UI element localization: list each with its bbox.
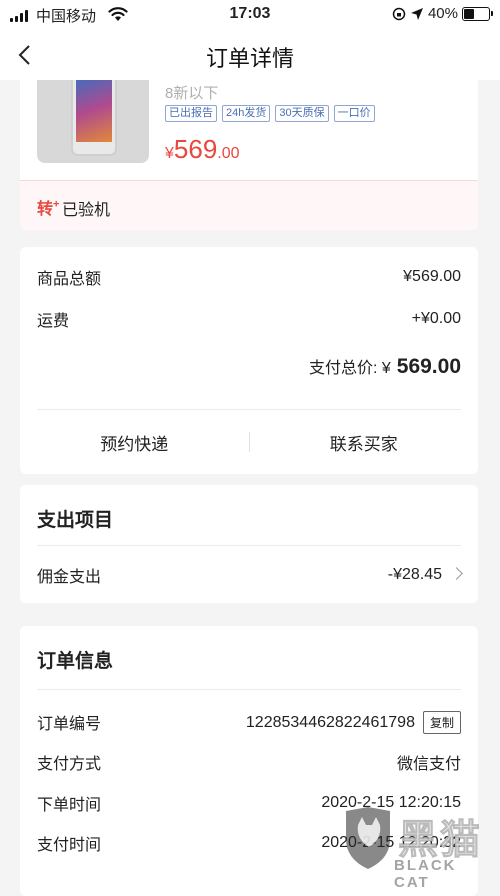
total-payment: 支付总价: ¥569.00 [308, 355, 461, 378]
order-number: 1228534462822461798 [245, 713, 415, 731]
copy-button[interactable]: 复制 [422, 710, 461, 734]
inspection-banner: 转+ 已验机 [20, 181, 478, 230]
order-info-title: 订单信息 [37, 651, 114, 672]
inspected-label: 已验机 [62, 202, 111, 219]
page-title: 订单详情 [205, 46, 294, 71]
tag-fixed-price: 一口价 [333, 105, 375, 122]
commission-row[interactable]: 佣金支出 -¥28.45 [37, 563, 463, 587]
tag-warranty: 30天质保 [275, 105, 329, 122]
goods-total-row: 商品总额 ¥569.00 [37, 268, 461, 288]
status-bar: 中国移动 17:03 40% [0, 0, 500, 30]
product-card[interactable]: 8新以下 已出报告 24h发货 30天质保 一口价 ¥569.00 转+ 已验机 [20, 60, 478, 230]
tag-report: 已出报告 [165, 105, 217, 122]
navigation-bar: 订单详情 [0, 30, 500, 80]
battery-icon [462, 6, 493, 21]
price-summary-card: 商品总额 ¥569.00 运费 +¥0.00 支付总价: ¥569.00 预约快… [20, 247, 478, 474]
contact-buyer-button[interactable]: 联系买家 [250, 410, 479, 474]
chevron-right-icon [450, 567, 463, 580]
expense-title: 支出项目 [37, 510, 114, 531]
product-tags: 已出报告 24h发货 30天质保 一口价 [165, 105, 375, 122]
zhuan-logo: 转+ [37, 198, 60, 218]
order-info-card: 订单信息 订单编号 1228534462822461798 复制 支付方式 微信支… [20, 626, 478, 896]
rotation-lock-icon [392, 7, 406, 20]
order-number-row: 订单编号 1228534462822461798 复制 [37, 710, 461, 734]
product-price: ¥569.00 [165, 134, 240, 164]
payment-method-row: 支付方式 微信支付 [37, 756, 461, 773]
book-courier-button[interactable]: 预约快递 [20, 410, 249, 474]
tag-shipping: 24h发货 [222, 105, 271, 122]
battery-percent: 40% [427, 5, 458, 22]
payment-time-row: 支付时间 2020-2-15 12:20:32 [37, 834, 461, 854]
expense-card: 支出项目 佣金支出 -¥28.45 [20, 485, 478, 603]
location-icon [410, 7, 423, 20]
shipping-row: 运费 +¥0.00 [37, 310, 461, 330]
order-time-row: 下单时间 2020-2-15 12:20:15 [37, 794, 461, 814]
product-condition: 8新以下 [165, 85, 219, 102]
